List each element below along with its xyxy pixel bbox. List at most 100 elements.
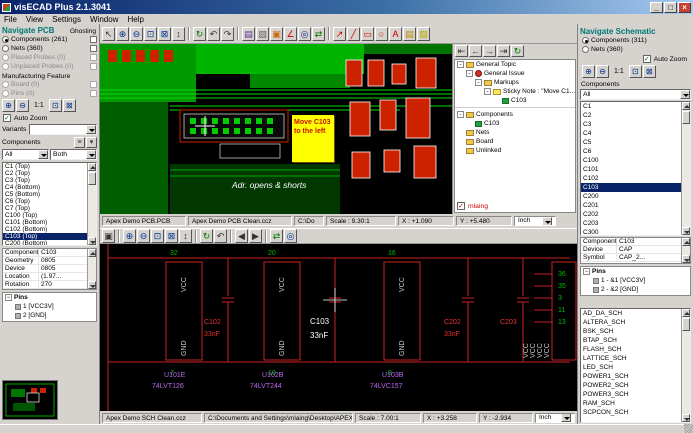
scroll-up-icon[interactable] bbox=[682, 102, 690, 110]
refresh-markup-icon[interactable]: ↻ bbox=[511, 45, 524, 57]
component-list-item[interactable]: C300 bbox=[581, 228, 681, 235]
scroll-up-icon[interactable] bbox=[88, 249, 96, 257]
component-list-item[interactable]: C102 bbox=[581, 174, 681, 183]
scroll-down-icon[interactable] bbox=[88, 237, 96, 245]
ghosting-checkbox[interactable] bbox=[90, 45, 97, 52]
zoom-window-icon[interactable]: ⊡ bbox=[144, 27, 157, 41]
auto-zoom-checkbox[interactable]: ✓ bbox=[3, 114, 11, 122]
previous-markup-icon[interactable]: ← bbox=[469, 45, 482, 57]
sheet-list-item[interactable]: SCPCON_SCH bbox=[581, 408, 681, 417]
expander-icon[interactable] bbox=[457, 147, 464, 154]
sheet-list-item[interactable]: ALTERA_SCH bbox=[581, 318, 681, 327]
next-sheet-icon[interactable]: ▶ bbox=[249, 229, 262, 243]
pcb-overview-preview[interactable] bbox=[2, 380, 58, 420]
sticky-note-icon[interactable]: ▤ bbox=[403, 27, 416, 41]
ghosting-checkbox[interactable] bbox=[90, 90, 97, 97]
toolbar-separator[interactable] bbox=[237, 27, 239, 40]
expander-icon[interactable]: - bbox=[457, 111, 464, 118]
ghosting-checkbox[interactable] bbox=[90, 36, 97, 43]
component-list-item[interactable]: C203 bbox=[581, 219, 681, 228]
component-type-filter[interactable]: All bbox=[2, 149, 49, 160]
component-list-item[interactable]: C100 bbox=[581, 156, 681, 165]
menu-item[interactable]: Window bbox=[90, 15, 118, 24]
sticky-note-markup[interactable]: Move C103 to the left bbox=[292, 115, 334, 162]
component-side-filter[interactable]: Both bbox=[50, 149, 97, 160]
markup-arrow-icon[interactable]: ↗ bbox=[333, 27, 346, 41]
markup-tree-item[interactable]: C103 bbox=[455, 96, 575, 105]
expander-icon[interactable] bbox=[457, 138, 464, 145]
manufacturing-row[interactable]: Pins (0) bbox=[0, 89, 99, 98]
component-list-item[interactable]: C4 bbox=[581, 129, 681, 138]
expander-icon[interactable]: - bbox=[475, 79, 482, 86]
component-list-item[interactable]: C1 (Top) bbox=[3, 163, 87, 170]
menu-item[interactable]: File bbox=[4, 15, 17, 24]
markup-tree-item[interactable]: - Sticky Note : "Move C1... bbox=[455, 87, 575, 96]
zoom-out-icon[interactable]: ⊖ bbox=[130, 27, 143, 41]
previous-view-icon[interactable]: ↶ bbox=[207, 27, 220, 41]
zoom-fit-icon[interactable]: ⊠ bbox=[158, 27, 171, 41]
menu-item[interactable]: Help bbox=[127, 15, 143, 24]
scroll-down-icon[interactable] bbox=[682, 255, 690, 263]
component-list-item[interactable]: C5 bbox=[581, 138, 681, 147]
component-type-filter[interactable]: All bbox=[580, 89, 691, 100]
scroll-up-icon[interactable] bbox=[682, 309, 690, 317]
component-list-item[interactable]: C7 (Top) bbox=[3, 205, 87, 212]
component-list-item[interactable]: C2 bbox=[581, 111, 681, 120]
next-markup-icon[interactable]: → bbox=[483, 45, 496, 57]
component-list-item[interactable]: C102 (Bottom) bbox=[3, 226, 87, 233]
component-list-item[interactable]: C5 (Bottom) bbox=[3, 191, 87, 198]
zoom-out-icon[interactable]: ⊖ bbox=[596, 65, 609, 78]
pcb-filter-row[interactable]: Placed Probes (0) bbox=[0, 53, 99, 62]
scrollbar[interactable] bbox=[681, 102, 690, 235]
zoom-in-icon[interactable]: ⊕ bbox=[582, 65, 595, 78]
measure-icon[interactable]: ∠ bbox=[284, 27, 297, 41]
zoom-fit-icon[interactable]: ⊠ bbox=[165, 229, 178, 243]
redraw-icon[interactable]: ↻ bbox=[200, 229, 213, 243]
toolbar-separator[interactable] bbox=[230, 230, 232, 243]
scrollbar[interactable] bbox=[681, 238, 690, 263]
search-icon[interactable]: ◎ bbox=[284, 229, 297, 243]
minimize-button[interactable]: _ bbox=[650, 2, 663, 13]
links-tree-item[interactable]: Unlinked bbox=[455, 146, 575, 155]
component-list-item[interactable]: C100 (Top) bbox=[3, 212, 87, 219]
toolbar-separator[interactable] bbox=[265, 230, 267, 243]
dropdown-arrow-icon[interactable] bbox=[561, 413, 571, 422]
scrollbar[interactable] bbox=[681, 309, 690, 422]
component-list-item[interactable]: C4 (Bottom) bbox=[3, 184, 87, 191]
pan-icon[interactable]: ↕ bbox=[179, 229, 192, 243]
first-markup-icon[interactable]: ⇤ bbox=[455, 45, 468, 57]
component-list-item[interactable]: C103 bbox=[581, 183, 681, 192]
zoom-window-icon[interactable]: ⊡ bbox=[629, 65, 642, 78]
layers-icon[interactable]: ▤ bbox=[242, 27, 255, 41]
sheet-list-item[interactable]: AD_DA_SCH bbox=[581, 309, 681, 318]
zoom-in-icon[interactable]: ⊕ bbox=[116, 27, 129, 41]
toolbar-separator[interactable] bbox=[195, 230, 197, 243]
sort-icon[interactable]: ▾ bbox=[86, 137, 97, 148]
sheet-list-item[interactable]: POWER3_SCH bbox=[581, 390, 681, 399]
zoom-fit-icon[interactable]: ⊠ bbox=[63, 99, 76, 112]
links-tree-item[interactable]: C103 bbox=[455, 119, 575, 128]
component-list-item[interactable]: C200 bbox=[581, 192, 681, 201]
component-list-item[interactable]: C200 (Bottom) bbox=[3, 240, 87, 245]
toolbar-separator[interactable] bbox=[328, 27, 330, 40]
component-list-item[interactable]: C103 (Top) bbox=[3, 233, 87, 240]
next-view-icon[interactable]: ↷ bbox=[221, 27, 234, 41]
scroll-up-icon[interactable] bbox=[682, 238, 690, 246]
expander-icon[interactable]: − bbox=[5, 294, 12, 301]
schematic-filter-row[interactable]: Nets (360) bbox=[580, 45, 691, 54]
component-list-item[interactable]: C101 (Bottom) bbox=[3, 219, 87, 226]
links-tree-item[interactable]: - Components bbox=[455, 110, 575, 119]
pcb-filter-row[interactable]: Nets (360) bbox=[0, 44, 99, 53]
component-list-item[interactable]: C2 (Top) bbox=[3, 170, 87, 177]
sheet-list-item[interactable]: RAM_SCH bbox=[581, 399, 681, 408]
dropdown-arrow-icon[interactable] bbox=[86, 150, 96, 159]
component-list-item[interactable]: C202 bbox=[581, 210, 681, 219]
scrollbar[interactable] bbox=[87, 163, 96, 245]
pcb-view-canvas[interactable]: Move C103 to the left Adr. opens & short… bbox=[100, 44, 452, 214]
close-button[interactable]: × bbox=[678, 2, 691, 13]
sheet-list-item[interactable]: BTAP_SCH bbox=[581, 336, 681, 345]
links-tree-item[interactable]: Board bbox=[455, 137, 575, 146]
dropdown-arrow-icon[interactable] bbox=[680, 90, 690, 99]
scroll-down-icon[interactable] bbox=[682, 227, 690, 235]
sheet-list-item[interactable]: POWER1_SCH bbox=[581, 372, 681, 381]
